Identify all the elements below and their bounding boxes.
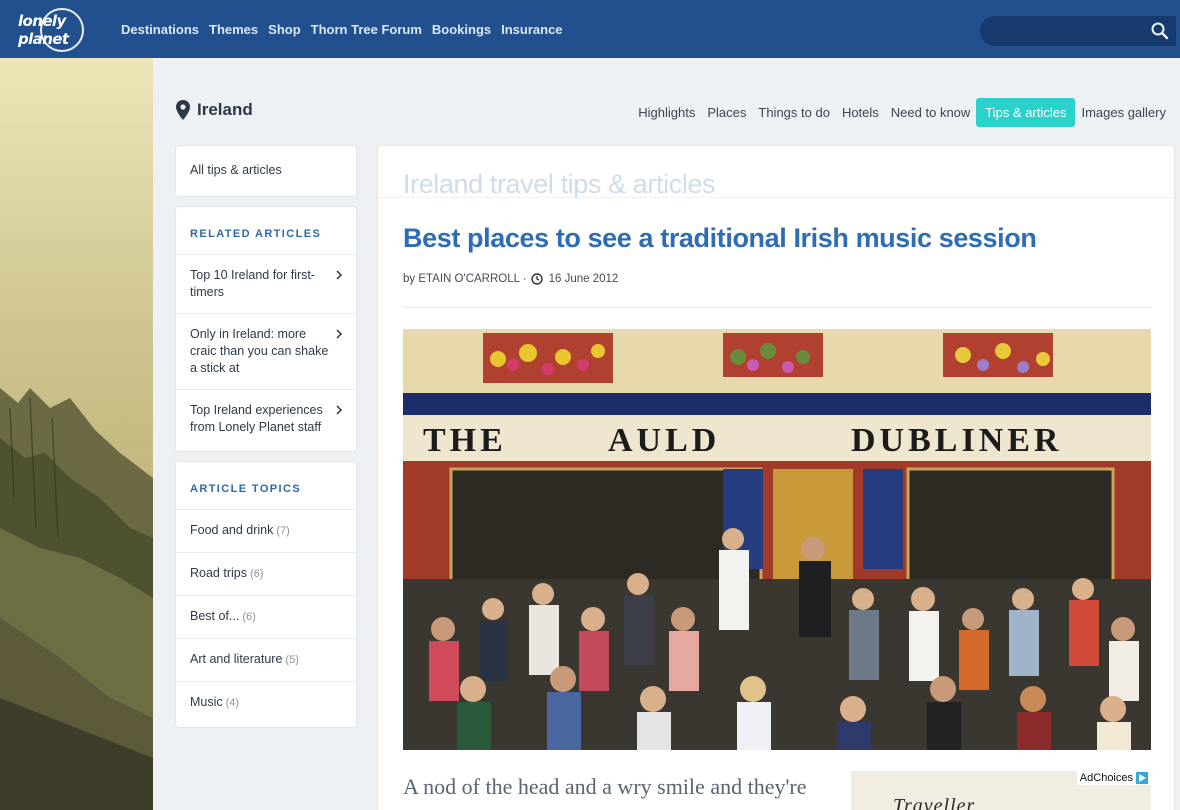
nav-thorn-tree-forum[interactable]: Thorn Tree Forum (311, 22, 422, 37)
related-article-item[interactable]: Only in Ireland: more craic than you can… (176, 314, 356, 390)
related-articles-heading: RELATED ARTICLES (176, 207, 356, 255)
section-title: Ireland travel tips & articles (403, 169, 716, 199)
search-icon[interactable] (1150, 21, 1170, 41)
topic-item[interactable]: Art and literature (5) (176, 639, 356, 682)
nav-destinations[interactable]: Destinations (121, 22, 199, 37)
article-topics-panel: ARTICLE TOPICS Food and drink (7) Road tr… (175, 461, 357, 728)
svg-text:AULD: AULD (608, 422, 720, 459)
topic-count: (7) (276, 525, 290, 537)
advertisement[interactable]: Traveller AdChoices (851, 771, 1151, 810)
ad-choices-icon (1136, 772, 1148, 784)
clock-icon (530, 273, 543, 285)
topic-item[interactable]: Best of... (6) (176, 596, 356, 639)
tab-things-to-do[interactable]: Things to do (752, 98, 836, 127)
article-author[interactable]: by ETAIN O'CARROLL · (403, 273, 527, 285)
search-input[interactable] (980, 16, 1150, 46)
topic-count: (4) (225, 697, 240, 709)
related-article-item[interactable]: Top 10 Ireland for first-timers (176, 255, 356, 314)
topic-label: Art and literature (190, 652, 283, 666)
related-article-label: Top Ireland experiences from Lonely Plan… (190, 403, 323, 434)
related-article-item[interactable]: Top Ireland experiences from Lonely Plan… (176, 390, 356, 448)
related-article-label: Only in Ireland: more craic than you can… (190, 327, 329, 375)
related-article-label: Top 10 Ireland for first-timers (190, 268, 316, 299)
search-box (980, 16, 1176, 46)
section-divider (378, 197, 1174, 198)
ad-text: Traveller (893, 795, 976, 810)
tab-need-to-know[interactable]: Need to know (885, 98, 977, 127)
top-navigation-bar: lonely planet Destinations Themes Shop T… (0, 0, 1180, 58)
topic-label: Food and drink (190, 523, 274, 537)
nav-themes[interactable]: Themes (209, 22, 258, 37)
article-lead-paragraph: A nod of the head and a wry smile and th… (403, 774, 807, 799)
logo-text: lonely planet (18, 12, 69, 48)
svg-text:THE: THE (423, 422, 507, 459)
topic-label: Music (190, 695, 223, 709)
tab-tips-articles[interactable]: Tips & articles (976, 98, 1076, 127)
destination-subnav: Highlights Places Things to do Hotels Ne… (632, 98, 1172, 127)
byline-divider (403, 307, 1151, 308)
tab-highlights[interactable]: Highlights (632, 98, 701, 127)
lonely-planet-logo[interactable]: lonely planet (18, 8, 104, 52)
topic-count: (6) (242, 611, 256, 623)
location-title[interactable]: Ireland (197, 100, 253, 120)
main-nav: Destinations Themes Shop Thorn Tree Foru… (121, 0, 573, 58)
chevron-right-icon (336, 405, 343, 415)
map-pin-icon (176, 100, 190, 120)
svg-text:DUBLINER: DUBLINER (851, 422, 1062, 459)
article-card: Ireland travel tips & articles Best plac… (377, 145, 1175, 810)
topic-item[interactable]: Road trips (6) (176, 553, 356, 596)
nav-insurance[interactable]: Insurance (501, 22, 562, 37)
nav-shop[interactable]: Shop (268, 22, 301, 37)
ad-choices-badge[interactable]: AdChoices (1076, 771, 1151, 785)
article-title: Best places to see a traditional Irish m… (403, 223, 1037, 253)
article-hero-image: THE AULD DUBLINER (403, 329, 1151, 750)
topic-count: (5) (285, 654, 299, 666)
related-articles-panel: RELATED ARTICLES Top 10 Ireland for firs… (175, 206, 357, 452)
article-date: 16 June 2012 (548, 273, 619, 285)
ad-choices-label: AdChoices (1079, 772, 1133, 784)
location-header: Ireland (176, 100, 253, 120)
tab-places[interactable]: Places (701, 98, 752, 127)
topic-label: Road trips (190, 566, 247, 580)
article-byline: by ETAIN O'CARROLL · 16 June 2012 (403, 273, 618, 285)
topic-label: Best of... (190, 609, 240, 623)
nav-bookings[interactable]: Bookings (432, 22, 491, 37)
topic-item[interactable]: Music (4) (176, 682, 356, 725)
topic-count: (6) (249, 568, 264, 580)
chevron-right-icon (336, 270, 343, 280)
all-tips-link[interactable]: All tips & articles (175, 145, 357, 197)
tab-hotels[interactable]: Hotels (836, 98, 885, 127)
topic-item[interactable]: Food and drink (7) (176, 510, 356, 553)
article-topics-heading: ARTICLE TOPICS (176, 462, 356, 510)
chevron-right-icon (336, 329, 343, 339)
background-landscape-image (0, 58, 153, 810)
tab-images-gallery[interactable]: Images gallery (1075, 98, 1172, 127)
